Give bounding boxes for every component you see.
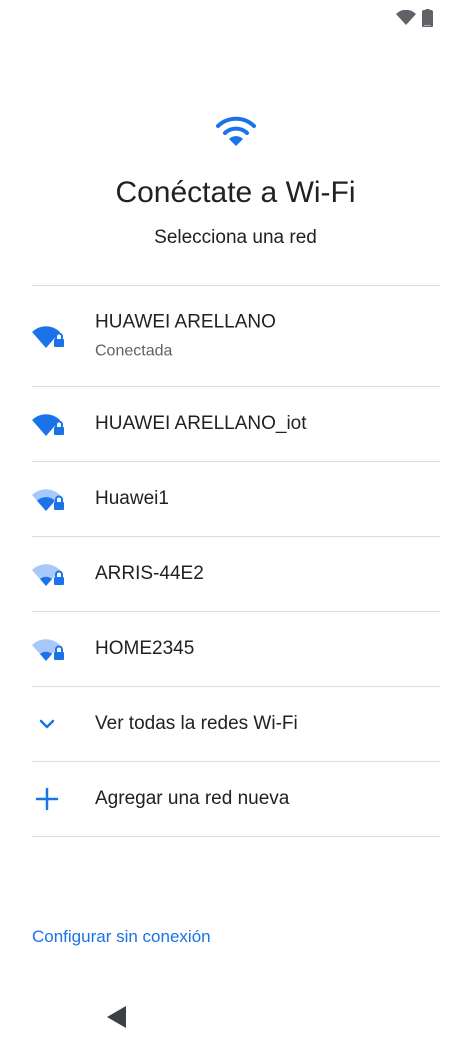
network-name: HUAWEI ARELLANO_iot [95,413,307,434]
page-subtitle: Selecciona una red [154,227,317,248]
network-name: ARRIS-44E2 [95,563,204,584]
plus-icon [35,787,59,811]
wifi-locked-icon [32,639,64,661]
see-all-texts: Ver todas la redes Wi-Fi [95,713,298,735]
network-item[interactable]: HUAWEI ARELLANO Conectada [32,286,440,386]
add-network-label: Agregar una red nueva [95,788,290,809]
network-list: HUAWEI ARELLANO Conectada HUAWEI ARELLAN… [32,285,440,837]
wifi-locked-icon [32,564,64,586]
network-name: Huawei1 [95,488,169,509]
see-all-networks-button[interactable]: Ver todas la redes Wi-Fi [32,687,440,761]
network-texts: HUAWEI ARELLANO Conectada [95,312,276,361]
add-network-texts: Agregar una red nueva [95,788,289,810]
wifi-signal-icon [396,10,416,25]
wifi-locked-icon [32,414,64,436]
wifi-locked-icon [32,489,64,511]
network-item[interactable]: ARRIS-44E2 [32,537,440,611]
network-item[interactable]: Huawei1 [32,462,440,536]
chevron-down-icon [39,719,55,729]
network-texts: HUAWEI ARELLANO_iot [95,413,307,435]
network-name: HOME2345 [95,638,195,659]
offline-setup-link[interactable]: Configurar sin conexión [32,927,211,947]
wifi-icon [216,116,256,146]
network-status: Conectada [95,342,173,360]
divider [32,836,440,837]
battery-icon [422,9,433,27]
status-bar [0,0,471,36]
network-item[interactable]: HOME2345 [32,612,440,686]
back-triangle-icon[interactable] [106,1005,127,1029]
status-icons [396,9,433,27]
wifi-locked-icon [32,326,64,348]
network-name: HUAWEI ARELLANO [95,311,276,333]
add-network-button[interactable]: Agregar una red nueva [32,762,440,836]
network-texts: Huawei1 [95,488,169,510]
page-title: Conéctate a Wi-Fi [115,176,356,209]
network-texts: HOME2345 [95,638,194,660]
see-all-label: Ver todas la redes Wi-Fi [95,713,298,734]
network-texts: ARRIS-44E2 [95,563,204,585]
network-item[interactable]: HUAWEI ARELLANO_iot [32,387,440,461]
